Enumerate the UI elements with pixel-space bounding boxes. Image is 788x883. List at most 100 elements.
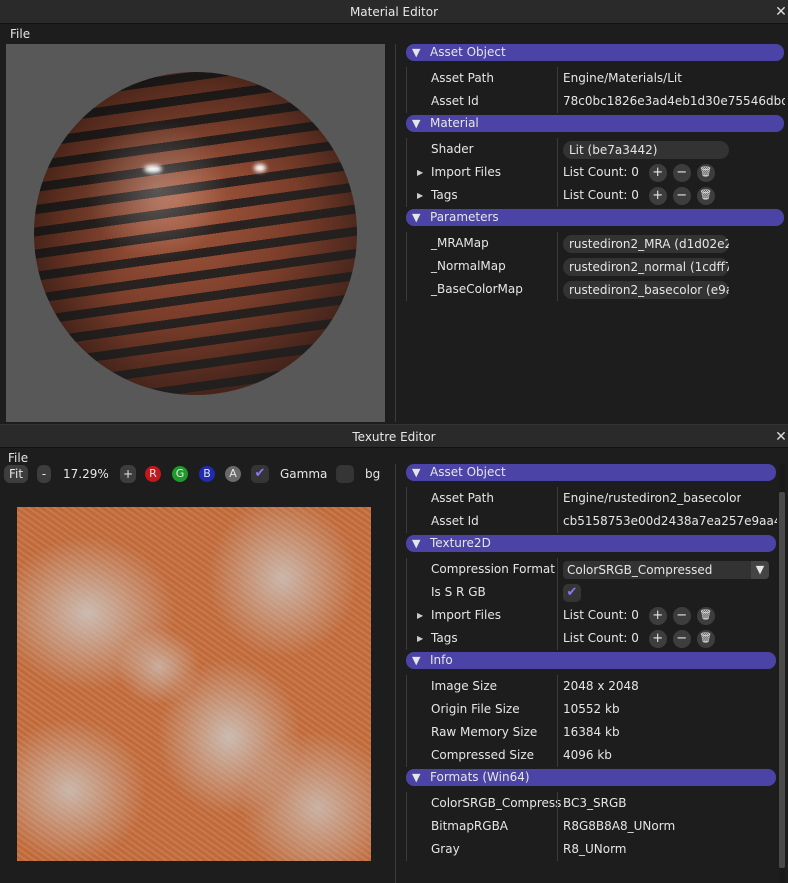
info-value: 10552 kb (563, 702, 620, 716)
specular-highlight (254, 164, 266, 172)
remove-icon[interactable]: − (672, 163, 691, 182)
trash-icon[interactable]: 🗑 (696, 186, 715, 205)
column-divider (557, 161, 558, 184)
channel-g-toggle[interactable]: G (172, 466, 188, 482)
param-texture-field[interactable]: rustediron2_MRA (d1d02e2f (563, 234, 729, 253)
column-divider (557, 184, 558, 207)
format-row: ColorSRGB_Compress BC3_SRGB (406, 792, 776, 815)
add-icon[interactable]: + (648, 606, 667, 625)
info-row: Compressed Size 4096 kb (406, 744, 776, 767)
tags-count: List Count: 0 (563, 631, 639, 645)
texture2d-header[interactable]: ▼ Texture2D (406, 535, 776, 552)
texture-editor-splitter[interactable] (395, 464, 396, 883)
column-divider (557, 255, 558, 278)
menu-file[interactable]: File (8, 451, 28, 465)
info-row: Raw Memory Size 16384 kb (406, 721, 776, 744)
zoom-in-button[interactable]: + (120, 465, 136, 483)
texture-editor-titlebar[interactable]: Texutre Editor ✕ (0, 424, 788, 448)
info-label: Image Size (431, 679, 498, 693)
collapse-arrow-icon: ▼ (412, 654, 421, 667)
zoom-level: 17.29% (63, 467, 109, 481)
trash-icon[interactable]: 🗑 (696, 163, 715, 182)
format-row: BitmapRGBA R8G8B8A8_UNorm (406, 815, 776, 838)
bg-checkbox[interactable] (336, 465, 354, 483)
compression-format-select[interactable]: ColorSRGB_Compressed ▼ (563, 560, 769, 579)
channel-b-toggle[interactable]: B (199, 466, 215, 482)
menu-file[interactable]: File (10, 27, 30, 41)
remove-icon[interactable]: − (672, 629, 691, 648)
expand-arrow-icon[interactable]: ▶ (417, 184, 423, 207)
asset-object-header[interactable]: ▼ Asset Object (406, 464, 776, 481)
close-icon[interactable]: ✕ (774, 425, 788, 449)
add-icon[interactable]: + (648, 163, 667, 182)
tags-label[interactable]: Tags (431, 627, 458, 650)
trash-icon[interactable]: 🗑 (696, 606, 715, 625)
texture-preview-image[interactable] (17, 507, 371, 861)
texture-editor-title: Texutre Editor (352, 430, 436, 444)
bg-label: bg (365, 467, 381, 481)
info-row: Image Size 2048 x 2048 (406, 675, 776, 698)
info-header[interactable]: ▼ Info (406, 652, 776, 669)
material-preview-viewport[interactable] (6, 44, 385, 422)
channel-r-toggle[interactable]: R (145, 466, 161, 482)
info-value: 16384 kb (563, 725, 620, 739)
asset-path-row: Asset Path Engine/rustediron2_basecolor (406, 487, 776, 510)
material-properties-panel: ▼ Asset Object Asset Path Engine/Materia… (406, 44, 785, 301)
expand-arrow-icon[interactable]: ▶ (417, 161, 423, 184)
asset-object-header-label: Asset Object (430, 465, 506, 479)
specular-highlight (144, 165, 162, 173)
param-label: _MRAMap (431, 236, 489, 250)
add-icon[interactable]: + (648, 629, 667, 648)
param-texture-field[interactable]: rustediron2_basecolor (e9a (563, 280, 729, 299)
column-divider (557, 558, 558, 581)
is-srgb-row: Is S R GB ✔ (406, 581, 776, 604)
asset-path-label: Asset Path (431, 491, 494, 505)
chevron-down-icon[interactable]: ▼ (751, 560, 769, 579)
channel-a-toggle[interactable]: A (225, 466, 241, 482)
param-row-basecolormap: _BaseColorMap rustediron2_basecolor (e9a (406, 278, 784, 301)
column-divider (557, 627, 558, 650)
formats-header[interactable]: ▼ Formats (Win64) (406, 769, 776, 786)
asset-id-label: Asset Id (431, 94, 479, 108)
tags-label[interactable]: Tags (431, 184, 458, 207)
collapse-arrow-icon: ▼ (412, 466, 421, 479)
info-value: 2048 x 2048 (563, 679, 639, 693)
import-files-label[interactable]: Import Files (431, 161, 501, 184)
shader-field[interactable]: Lit (be7a3442) (563, 140, 729, 159)
texture-properties-scrollbar[interactable] (779, 464, 785, 883)
remove-icon[interactable]: − (672, 186, 691, 205)
info-row: Origin File Size 10552 kb (406, 698, 776, 721)
format-label: BitmapRGBA (431, 819, 509, 833)
gamma-checkbox[interactable]: ✔ (251, 465, 269, 483)
trash-icon[interactable]: 🗑 (696, 629, 715, 648)
import-files-count: List Count: 0 (563, 165, 639, 179)
close-icon[interactable]: ✕ (774, 0, 788, 24)
material-header[interactable]: ▼ Material (406, 115, 784, 132)
import-files-row: ▶ Import Files List Count: 0 + − 🗑 (406, 604, 776, 627)
column-divider (557, 698, 558, 721)
asset-object-header[interactable]: ▼ Asset Object (406, 44, 784, 61)
format-value: BC3_SRGB (563, 796, 627, 810)
expand-arrow-icon[interactable]: ▶ (417, 604, 423, 627)
param-texture-field[interactable]: rustediron2_normal (1cdff7 (563, 257, 729, 276)
asset-path-row: Asset Path Engine/Materials/Lit (406, 67, 784, 90)
import-files-count: List Count: 0 (563, 608, 639, 622)
scrollbar-thumb[interactable] (779, 492, 785, 868)
import-files-row: ▶ Import Files List Count: 0 + − 🗑 (406, 161, 784, 184)
import-files-label[interactable]: Import Files (431, 604, 501, 627)
expand-arrow-icon[interactable]: ▶ (417, 627, 423, 650)
param-label: _NormalMap (431, 259, 506, 273)
fit-button[interactable]: Fit (4, 465, 28, 483)
is-srgb-label: Is S R GB (431, 585, 486, 599)
parameters-header[interactable]: ▼ Parameters (406, 209, 784, 226)
column-divider (557, 487, 558, 510)
zoom-out-button[interactable]: - (37, 465, 51, 483)
material-editor-splitter[interactable] (395, 44, 396, 422)
add-icon[interactable]: + (648, 186, 667, 205)
is-srgb-checkbox[interactable]: ✔ (563, 583, 581, 602)
remove-icon[interactable]: − (672, 606, 691, 625)
material-editor-titlebar[interactable]: Material Editor ✕ (0, 0, 788, 24)
collapse-arrow-icon: ▼ (412, 537, 421, 550)
column-divider (557, 838, 558, 861)
asset-id-row: Asset Id cb5158753e00d2438a7ea257e9aa44 (406, 510, 777, 533)
